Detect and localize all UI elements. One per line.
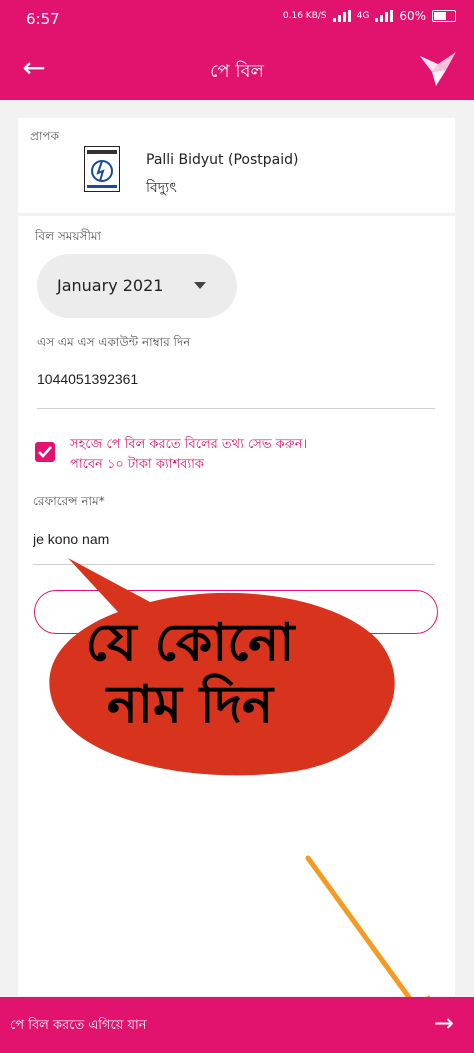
biller-label: প্রাপক <box>30 129 59 143</box>
signal-icon-2 <box>375 10 394 22</box>
network-type: 4G <box>356 11 370 21</box>
callout-text: যে কোনো নাম দিন <box>85 613 295 735</box>
status-bar: 6:57 0.16 KB/S 4G 60% <box>0 0 474 38</box>
bkash-bird-logo-icon <box>420 52 456 86</box>
sms-account-input[interactable] <box>37 371 435 387</box>
save-info-text: সহজে পে বিল করতে বিলের তথ্য সেভ করুন। পা… <box>70 437 308 472</box>
bill-form-card: বিল সময়সীমা January 2021 এস এম এস একাউন… <box>18 216 455 996</box>
page-title: পে বিল <box>210 61 264 82</box>
reference-underline <box>33 564 435 565</box>
reference-input[interactable] <box>33 531 435 547</box>
sms-account-label: এস এম এস একাউন্ট নাম্বার দিন <box>37 335 191 349</box>
reference-label: রেফারেন্স নাম* <box>33 494 105 508</box>
status-time: 6:57 <box>26 10 60 28</box>
battery-percent: 60% <box>399 9 426 23</box>
biller-type: বিদ্যুৎ <box>146 180 177 196</box>
status-icons: 0.16 KB/S 4G 60% <box>283 9 456 23</box>
bill-period-label: বিল সময়সীমা <box>35 229 102 243</box>
bill-period-value: January 2021 <box>57 276 164 295</box>
app-bar: ← পে বিল <box>0 38 474 100</box>
biller-card: প্রাপক Palli Bidyut (Postpaid) বিদ্যুৎ <box>18 118 455 213</box>
checkmark-icon <box>38 446 52 458</box>
arrow-right-icon: → <box>433 1009 454 1037</box>
proceed-pay-bill-button[interactable]: পে বিল করতে এগিয়ে যান → <box>0 997 474 1053</box>
signal-icon <box>332 10 351 22</box>
biller-name: Palli Bidyut (Postpaid) <box>146 152 299 168</box>
sms-account-underline <box>37 408 435 409</box>
proceed-label: পে বিল করতে এগিয়ে যান <box>10 1018 147 1033</box>
data-speed: 0.16 KB/S <box>282 11 327 21</box>
palli-bidyut-logo-icon <box>84 146 120 192</box>
bill-period-dropdown[interactable]: January 2021 <box>37 254 237 318</box>
chevron-down-icon <box>194 282 206 289</box>
save-info-checkbox[interactable] <box>35 442 55 462</box>
battery-icon <box>432 10 456 22</box>
